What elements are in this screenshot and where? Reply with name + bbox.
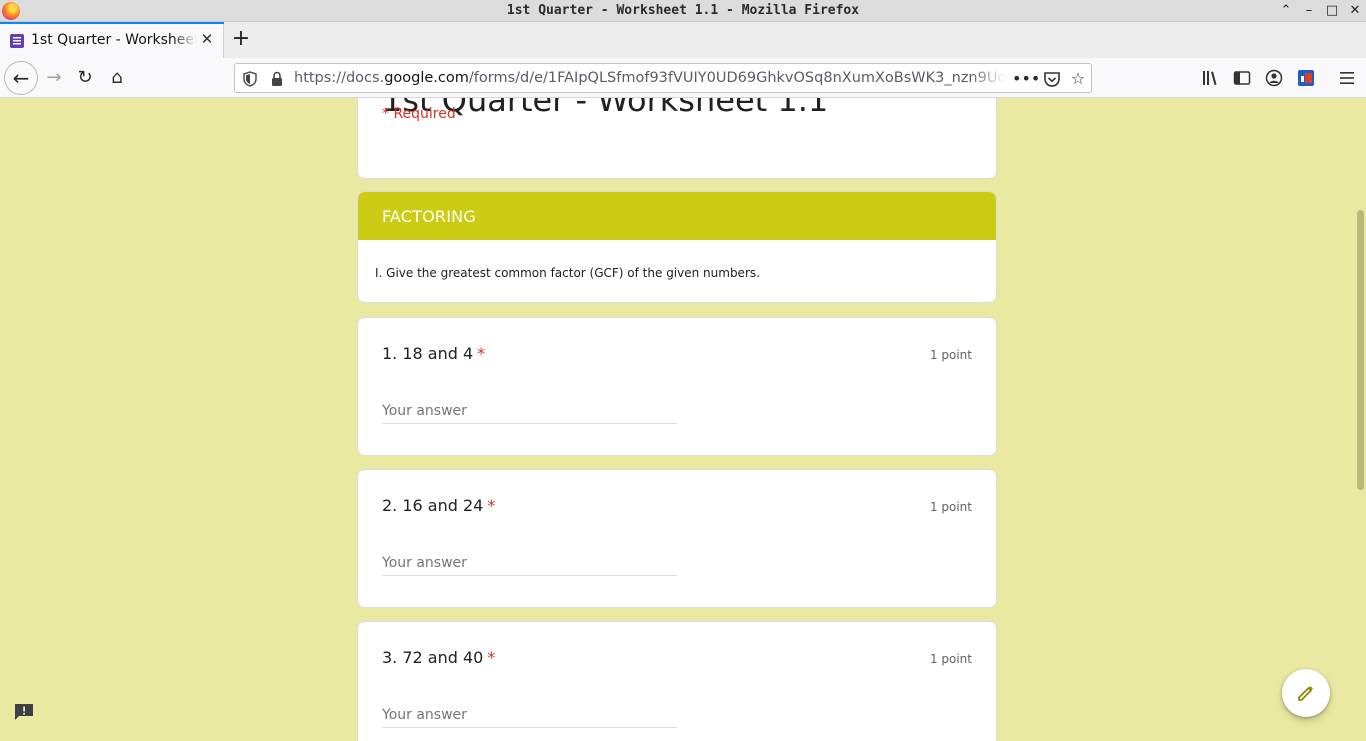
form-header-card: 1st Quarter - Worksheet 1.1 * Required: [357, 98, 997, 179]
page-content: 1st Quarter - Worksheet 1.1 * Required F…: [0, 98, 1366, 741]
new-tab-icon[interactable]: +: [230, 28, 252, 51]
question-card: 1. 18 and 4 * 1 point: [357, 317, 997, 456]
url-text[interactable]: https://docs.google.com/forms/d/e/1FAIpQ…: [294, 70, 1006, 88]
question-points: 1 point: [929, 652, 972, 666]
question-card: 3. 72 and 40 * 1 point: [357, 621, 997, 741]
maximize-icon[interactable]: –: [1299, 1, 1319, 21]
lock-icon[interactable]: [271, 71, 283, 87]
page-scrollbar[interactable]: [1355, 98, 1366, 741]
window-titlebar: 1st Quarter - Worksheet 1.1 - Mozilla Fi…: [0, 0, 1366, 22]
question-text: 3. 72 and 40: [382, 648, 484, 667]
window-title: 1st Quarter - Worksheet 1.1 - Mozilla Fi…: [506, 3, 860, 18]
tab-active[interactable]: 1st Quarter - Worksheet 1.1 ✕: [0, 22, 224, 58]
forward-icon[interactable]: →: [40, 64, 68, 92]
navigation-toolbar: ← → ↻ ⌂ https://docs.google.com/forms/d/…: [0, 58, 1366, 98]
tracking-shield-icon[interactable]: [243, 71, 257, 87]
required-note: * Required: [382, 106, 456, 122]
pocket-icon[interactable]: [1041, 68, 1063, 90]
account-icon[interactable]: [1263, 67, 1285, 89]
edit-button[interactable]: [1282, 669, 1330, 717]
menu-icon[interactable]: [1336, 67, 1358, 89]
url-prefix: https://docs.: [294, 70, 385, 86]
edit-pencil-icon: [1298, 686, 1313, 701]
tab-strip: 1st Quarter - Worksheet 1.1 ✕ +: [0, 22, 1366, 58]
url-domain: google.com: [384, 70, 469, 86]
minimize-icon[interactable]: ⌃: [1276, 1, 1296, 21]
tab-title: 1st Quarter - Worksheet 1.1: [31, 32, 197, 48]
question-title: 1. 18 and 4 *: [382, 344, 485, 363]
feedback-icon[interactable]: [13, 703, 35, 721]
url-path: /forms/d/e/1FAIpQLSfmof93fVUIY0UD69GhkvO…: [468, 70, 1006, 86]
question-title: 3. 72 and 40 *: [382, 648, 495, 667]
sidebar-icon[interactable]: [1231, 67, 1253, 89]
answer-input[interactable]: [382, 398, 677, 424]
forms-favicon-icon: [10, 34, 24, 48]
section-title: FACTORING: [382, 207, 476, 226]
required-asterisk: *: [487, 648, 496, 667]
extension-icon[interactable]: [1295, 67, 1317, 89]
home-icon[interactable]: ⌂: [103, 64, 131, 92]
section-header: FACTORING: [358, 192, 996, 240]
question-title: 2. 16 and 24 *: [382, 496, 495, 515]
required-asterisk: *: [487, 496, 496, 515]
reload-icon[interactable]: ↻: [71, 64, 99, 92]
answer-input[interactable]: [382, 550, 677, 576]
section-card: FACTORING I. Give the greatest common fa…: [357, 191, 997, 303]
question-text: 2. 16 and 24: [382, 496, 484, 515]
question-points: 1 point: [929, 348, 972, 362]
section-description: I. Give the greatest common factor (GCF)…: [375, 266, 760, 280]
scrollbar-thumb[interactable]: [1357, 210, 1364, 490]
close-window-icon[interactable]: ✕: [1345, 1, 1365, 21]
tab-active-indicator: [0, 22, 224, 24]
back-icon[interactable]: ←: [4, 61, 38, 95]
question-text: 1. 18 and 4: [382, 344, 474, 363]
library-icon[interactable]: [1199, 67, 1221, 89]
question-points: 1 point: [929, 500, 972, 514]
page-actions-icon[interactable]: •••: [1012, 68, 1040, 90]
answer-input[interactable]: [382, 702, 677, 728]
question-card: 2. 16 and 24 * 1 point: [357, 469, 997, 608]
address-bar[interactable]: https://docs.google.com/forms/d/e/1FAIpQ…: [234, 63, 1092, 93]
required-asterisk: *: [477, 344, 486, 363]
restore-icon[interactable]: □: [1322, 1, 1342, 21]
close-tab-icon[interactable]: ✕: [198, 30, 216, 48]
bookmark-star-icon[interactable]: ☆: [1067, 68, 1089, 90]
